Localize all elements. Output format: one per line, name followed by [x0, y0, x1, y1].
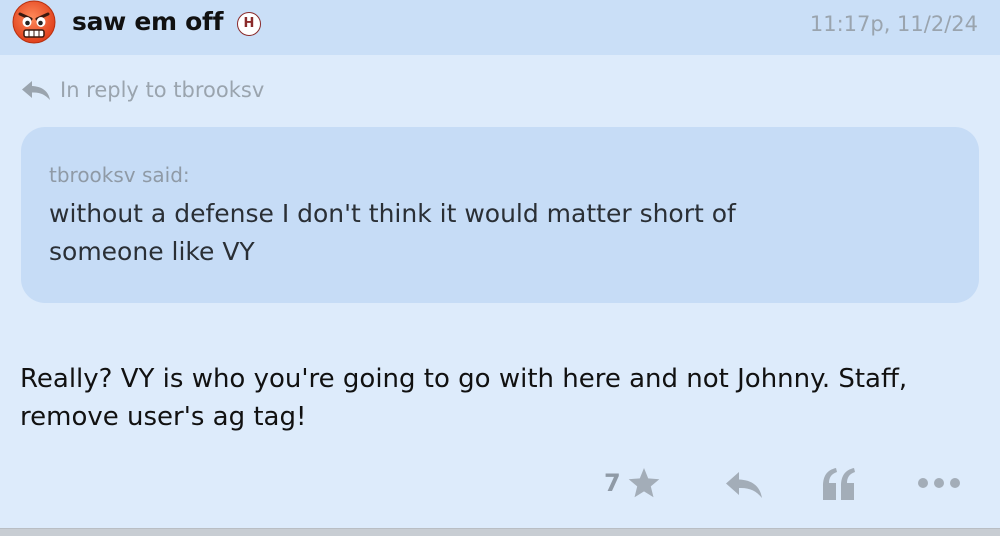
- post-header: saw em off H 11:17p, 11/2/24: [0, 0, 1000, 55]
- post-actions: 7: [0, 462, 1000, 508]
- post-line: remove user's ag tag!: [20, 402, 307, 432]
- quote-author[interactable]: tbrooksv said:: [49, 163, 951, 187]
- reply-icon[interactable]: [724, 470, 764, 500]
- quote-line: someone like VY: [49, 237, 255, 266]
- quote-line: without a defense I don't think it would…: [49, 199, 736, 228]
- user-badge[interactable]: H: [237, 12, 261, 36]
- in-reply-to-label: In reply to tbrooksv: [60, 78, 265, 102]
- username[interactable]: saw em off: [72, 7, 223, 36]
- star-icon: [628, 468, 660, 498]
- in-reply-to-link[interactable]: In reply to tbrooksv: [20, 75, 264, 105]
- reply-arrow-icon: [22, 81, 50, 100]
- angry-face-icon[interactable]: [11, 0, 57, 44]
- post-line: Really? VY is who you're going to go wit…: [20, 364, 908, 394]
- like-button[interactable]: 7: [604, 466, 661, 500]
- quote-icon[interactable]: [820, 466, 858, 504]
- quoted-post: tbrooksv said: without a defense I don't…: [21, 127, 979, 303]
- post-body: Really? VY is who you're going to go wit…: [20, 360, 985, 436]
- quote-text: without a defense I don't think it would…: [49, 195, 951, 271]
- like-count: 7: [604, 469, 621, 497]
- more-icon[interactable]: [916, 476, 962, 490]
- post-timestamp[interactable]: 11:17p, 11/2/24: [810, 12, 978, 36]
